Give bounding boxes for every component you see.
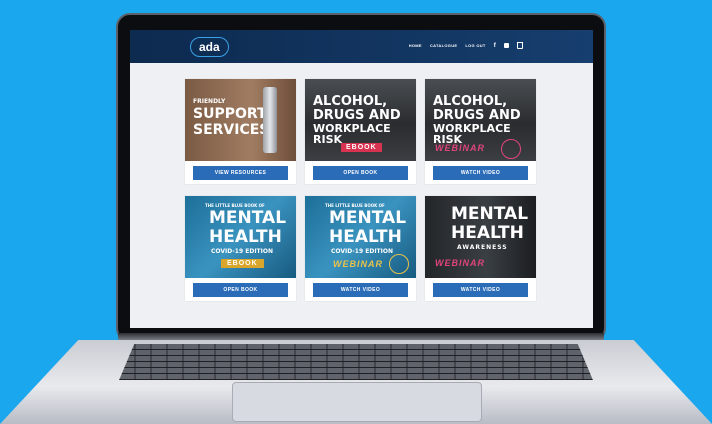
laptop-keyboard-rows [119,344,593,380]
card-thumbnail[interactable]: THE LITTLE BLUE BOOK OF MENTAL HEALTH CO… [305,196,416,278]
resource-card: THE LITTLE BLUE BOOK OF MENTAL HEALTH CO… [185,196,296,301]
thumb-title-line2: HEALTH [209,227,282,247]
thumb-title-line3: WORKPLACE RISK [433,122,511,146]
play-icon[interactable] [501,139,521,159]
top-nav: HOME CATALOGUE LOG OUT f [409,42,523,49]
open-book-button[interactable]: OPEN BOOK [193,283,288,297]
thumb-title-line2: HEALTH [451,223,524,243]
thumb-title-line1: MENTAL [209,208,287,228]
thumb-title-line3: SERVICES [193,122,270,138]
webinar-badge: WEBINAR [435,143,485,153]
thumb-title-line1: MENTAL [329,208,407,228]
nav-home[interactable]: HOME [409,43,422,48]
webinar-badge: WEBINAR [435,258,485,268]
phone-icon [263,87,277,153]
nav-catalogue[interactable]: CATALOGUE [430,43,457,48]
card-thumbnail[interactable]: FRIENDLY SUPPORT SERVICES [185,79,296,161]
card-thumbnail[interactable]: ALCOHOL, DRUGS AND WORKPLACE RISK WEBINA… [425,79,536,161]
cart-icon[interactable] [517,42,523,49]
ada-logo[interactable]: ada [190,37,229,57]
thumb-title-line1: MENTAL [451,204,529,224]
laptop-screen: ada HOME CATALOGUE LOG OUT f FRIENDLY SU… [130,30,593,328]
view-resources-button[interactable]: VIEW RESOURCES [193,166,288,180]
thumb-title-line2: SUPPORT [193,106,267,122]
resource-card: MENTAL HEALTH AWARENESS WEBINAR WATCH VI… [425,196,536,301]
card-thumbnail[interactable]: THE LITTLE BLUE BOOK OF MENTAL HEALTH CO… [185,196,296,278]
thumb-title-line1: ALCOHOL, [313,94,388,109]
thumb-title-line3: COVID-19 EDITION [211,248,273,255]
watch-video-button[interactable]: WATCH VIDEO [433,283,528,297]
thumb-title-line2: HEALTH [329,227,402,247]
resource-card: ALCOHOL, DRUGS AND WORKPLACE RISK WEBINA… [425,79,536,184]
resource-card: FRIENDLY SUPPORT SERVICES VIEW RESOURCES [185,79,296,184]
facebook-icon[interactable]: f [494,43,496,49]
thumb-title-line1: ALCOHOL, [433,94,508,109]
thumb-title-line3: COVID-19 EDITION [331,248,393,255]
play-icon[interactable] [389,254,409,274]
thumb-title-line1: FRIENDLY [193,98,226,105]
thumb-title-line2: DRUGS AND [433,108,521,123]
watch-video-button[interactable]: WATCH VIDEO [313,283,408,297]
open-book-button[interactable]: OPEN BOOK [313,166,408,180]
laptop-trackpad [232,382,482,422]
watch-video-button[interactable]: WATCH VIDEO [433,166,528,180]
thumb-title-line2: DRUGS AND [313,108,401,123]
nav-log-out[interactable]: LOG OUT [465,43,485,48]
card-thumbnail[interactable]: MENTAL HEALTH AWARENESS WEBINAR [425,196,536,278]
linkedin-icon[interactable] [504,43,509,48]
ebook-badge: EBOOK [221,259,264,268]
webinar-badge: WEBINAR [333,259,383,269]
ebook-badge: EBOOK [341,143,382,152]
thumb-title-line3: WORKPLACE RISK [313,122,391,146]
card-thumbnail[interactable]: ALCOHOL, DRUGS AND WORKPLACE RISK EBOOK [305,79,416,161]
site-header: ada HOME CATALOGUE LOG OUT f [130,30,593,63]
resource-card: ALCOHOL, DRUGS AND WORKPLACE RISK EBOOK … [305,79,416,184]
thumb-title-line3: AWARENESS [457,244,508,251]
resource-card: THE LITTLE BLUE BOOK OF MENTAL HEALTH CO… [305,196,416,301]
